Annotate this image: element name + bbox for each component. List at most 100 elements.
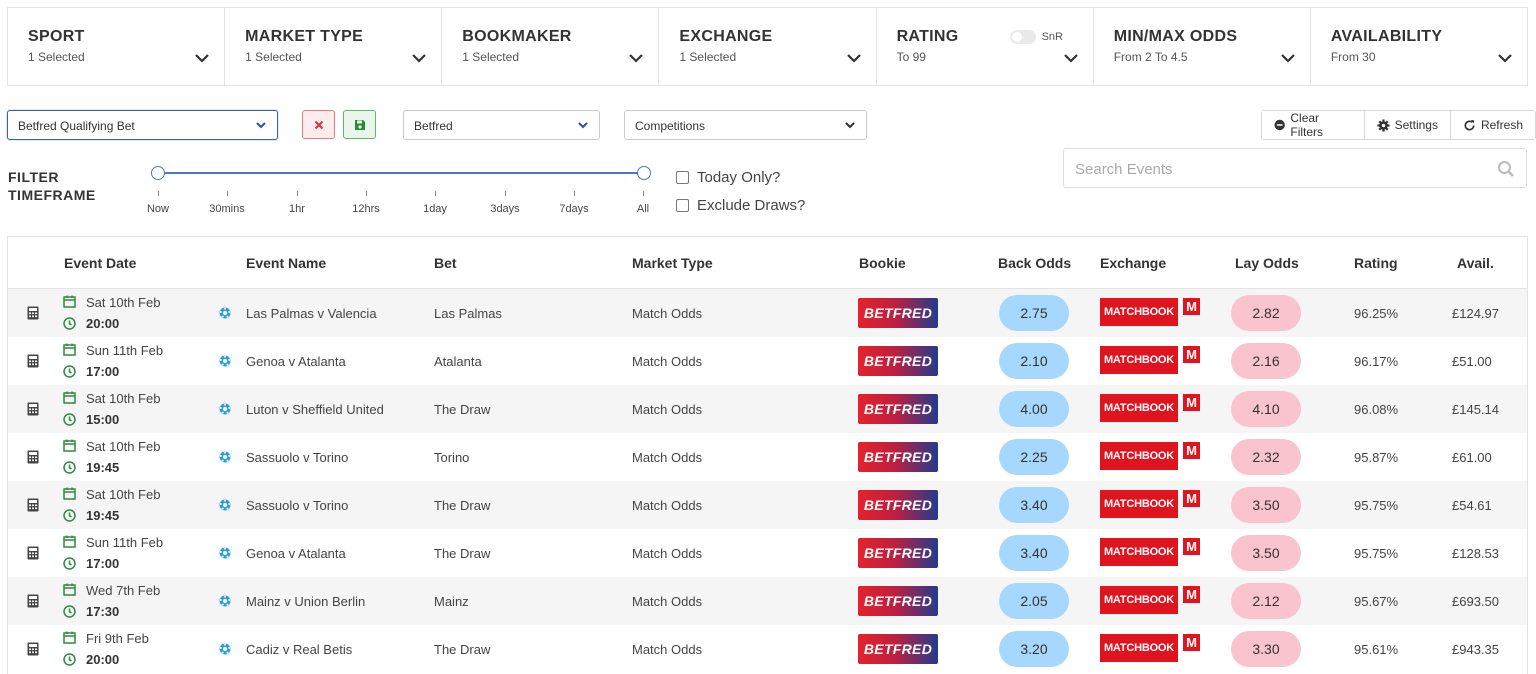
back-odds-pill[interactable]: 2.10 bbox=[999, 343, 1069, 379]
calculator-icon[interactable] bbox=[27, 498, 39, 512]
lay-odds-pill[interactable]: 4.10 bbox=[1231, 391, 1301, 427]
matchbook-logo[interactable]: MATCHBOOK bbox=[1100, 442, 1178, 470]
competitions-select[interactable]: Competitions bbox=[624, 110, 867, 140]
filter-bookmaker[interactable]: BOOKMAKER 1 Selected bbox=[442, 8, 660, 85]
betfred-logo[interactable]: BETFRED bbox=[858, 490, 938, 520]
header-market-type[interactable]: Market Type bbox=[632, 255, 713, 271]
header-back-odds[interactable]: Back Odds bbox=[998, 255, 1071, 271]
matchbook-logo[interactable]: MATCHBOOK bbox=[1100, 394, 1178, 422]
calculator-icon[interactable] bbox=[27, 546, 39, 560]
clear-filters-button[interactable]: Clear Filters bbox=[1262, 111, 1365, 139]
lay-odds-pill[interactable]: 2.82 bbox=[1231, 295, 1301, 331]
timeframe-slider-track[interactable] bbox=[158, 172, 644, 174]
delete-filter-button[interactable] bbox=[302, 110, 335, 139]
back-odds-pill[interactable]: 3.40 bbox=[999, 535, 1069, 571]
odds-table: Event Date Event Name Bet Market Type Bo… bbox=[7, 236, 1528, 674]
snr-toggle[interactable] bbox=[1009, 30, 1036, 44]
event-name[interactable]: Cadiz v Real Betis bbox=[246, 642, 352, 657]
floppy-disk-icon bbox=[354, 119, 365, 130]
matchbook-logo[interactable]: MATCHBOOK bbox=[1100, 346, 1178, 374]
rating-value: 96.25% bbox=[1354, 306, 1399, 321]
back-odds-pill[interactable]: 4.00 bbox=[999, 391, 1069, 427]
filter-exchange[interactable]: EXCHANGE 1 Selected bbox=[659, 8, 877, 85]
table-row[interactable]: Sun 11th Feb 17:00 Genoa v Atalanta Atal… bbox=[8, 337, 1527, 385]
calculator-icon[interactable] bbox=[27, 306, 39, 320]
header-exchange[interactable]: Exchange bbox=[1100, 255, 1166, 271]
header-bet[interactable]: Bet bbox=[434, 255, 457, 271]
event-name[interactable]: Mainz v Union Berlin bbox=[246, 594, 365, 609]
checkbox-box[interactable] bbox=[676, 199, 689, 212]
header-rating[interactable]: Rating bbox=[1354, 255, 1398, 271]
back-odds-pill[interactable]: 2.25 bbox=[999, 439, 1069, 475]
lay-odds-pill[interactable]: 2.16 bbox=[1231, 343, 1301, 379]
checkbox-box[interactable] bbox=[676, 171, 689, 184]
filter-market-type[interactable]: MARKET TYPE 1 Selected bbox=[225, 8, 443, 85]
lay-odds-pill[interactable]: 3.50 bbox=[1231, 487, 1301, 523]
table-row[interactable]: Sat 10th Feb 15:00 Luton v Sheffield Uni… bbox=[8, 385, 1527, 433]
filter-min-max-odds[interactable]: MIN/MAX ODDS From 2 To 4.5 bbox=[1094, 8, 1311, 85]
exclude-draws-checkbox[interactable]: Exclude Draws? bbox=[676, 197, 805, 214]
search-input[interactable]: Search Events bbox=[1063, 148, 1527, 188]
header-avail[interactable]: Avail. bbox=[1457, 255, 1494, 271]
saved-filter-select[interactable]: Betfred Qualifying Bet bbox=[7, 110, 278, 140]
back-odds-pill[interactable]: 2.75 bbox=[999, 295, 1069, 331]
matchbook-logo[interactable]: MATCHBOOK bbox=[1100, 586, 1178, 614]
betfred-logo[interactable]: BETFRED bbox=[858, 586, 938, 616]
header-lay-odds[interactable]: Lay Odds bbox=[1235, 255, 1299, 271]
matchbook-logo[interactable]: MATCHBOOK bbox=[1100, 490, 1178, 518]
event-name[interactable]: Sassuolo v Torino bbox=[246, 498, 348, 513]
calculator-icon[interactable] bbox=[27, 402, 39, 416]
event-name[interactable]: Genoa v Atalanta bbox=[246, 546, 346, 561]
event-name[interactable]: Las Palmas v Valencia bbox=[246, 306, 377, 321]
bet-selection: The Draw bbox=[434, 642, 491, 657]
market-type: Match Odds bbox=[632, 498, 703, 513]
table-row[interactable]: Sat 10th Feb 19:45 Sassuolo v Torino The… bbox=[8, 481, 1527, 529]
betfred-logo[interactable]: BETFRED bbox=[858, 346, 938, 376]
table-row[interactable]: Sat 10th Feb 19:45 Sassuolo v Torino Tor… bbox=[8, 433, 1527, 481]
event-name[interactable]: Luton v Sheffield United bbox=[246, 402, 384, 417]
back-odds-pill[interactable]: 3.40 bbox=[999, 487, 1069, 523]
calculator-icon[interactable] bbox=[27, 642, 39, 656]
betfred-logo[interactable]: BETFRED bbox=[858, 442, 938, 472]
today-only-checkbox[interactable]: Today Only? bbox=[676, 169, 780, 186]
lay-odds-pill[interactable]: 3.30 bbox=[1231, 631, 1301, 667]
lay-odds-pill[interactable]: 3.50 bbox=[1231, 535, 1301, 571]
filter-rating[interactable]: RATING To 99 SnR bbox=[877, 8, 1094, 85]
betfred-logo[interactable]: BETFRED bbox=[858, 394, 938, 424]
betfred-logo[interactable]: BETFRED bbox=[858, 634, 938, 664]
table-row[interactable]: Fri 9th Feb 20:00 Cadiz v Real Betis The… bbox=[8, 625, 1527, 673]
calculator-icon[interactable] bbox=[27, 450, 39, 464]
table-row[interactable]: Sat 10th Feb 20:00 Las Palmas v Valencia… bbox=[8, 289, 1527, 337]
bookmaker-select[interactable]: Betfred bbox=[403, 110, 600, 140]
refresh-button[interactable]: Refresh bbox=[1450, 111, 1535, 139]
bet-selection: The Draw bbox=[434, 402, 491, 417]
filter-sport[interactable]: SPORT 1 Selected bbox=[8, 8, 226, 85]
matchbook-logo[interactable]: MATCHBOOK bbox=[1100, 538, 1178, 566]
filter-availability[interactable]: AVAILABILITY From 30 bbox=[1311, 8, 1527, 85]
matchbook-logo[interactable]: MATCHBOOK bbox=[1100, 634, 1178, 662]
lay-odds-pill[interactable]: 2.12 bbox=[1231, 583, 1301, 619]
table-row[interactable]: Wed 7th Feb 17:30 Mainz v Union Berlin M… bbox=[8, 577, 1527, 625]
table-row[interactable]: Sun 11th Feb 17:00 Genoa v Atalanta The … bbox=[8, 529, 1527, 577]
soccer-ball-icon bbox=[219, 643, 231, 655]
timeframe-slider-end-handle[interactable] bbox=[637, 166, 651, 180]
back-odds-pill[interactable]: 2.05 bbox=[999, 583, 1069, 619]
header-bookie[interactable]: Bookie bbox=[859, 255, 906, 271]
header-event-date[interactable]: Event Date bbox=[64, 255, 136, 271]
back-odds-pill[interactable]: 3.20 bbox=[999, 631, 1069, 667]
calculator-icon[interactable] bbox=[27, 354, 39, 368]
event-name[interactable]: Sassuolo v Torino bbox=[246, 450, 348, 465]
betfred-logo[interactable]: BETFRED bbox=[858, 298, 938, 328]
availability-value: £51.00 bbox=[1452, 354, 1492, 369]
save-filter-button[interactable] bbox=[343, 110, 376, 139]
matchbook-logo[interactable]: MATCHBOOK bbox=[1100, 298, 1178, 326]
lay-odds-pill[interactable]: 2.32 bbox=[1231, 439, 1301, 475]
header-event-name[interactable]: Event Name bbox=[246, 255, 326, 271]
rating-value: 95.75% bbox=[1354, 546, 1399, 561]
settings-button[interactable]: Settings bbox=[1364, 111, 1451, 139]
calculator-icon[interactable] bbox=[27, 594, 39, 608]
betfred-logo[interactable]: BETFRED bbox=[858, 538, 938, 568]
timeframe-slider-start-handle[interactable] bbox=[151, 166, 165, 180]
timeframe-tick-label: 7days bbox=[559, 203, 589, 215]
event-name[interactable]: Genoa v Atalanta bbox=[246, 354, 346, 369]
